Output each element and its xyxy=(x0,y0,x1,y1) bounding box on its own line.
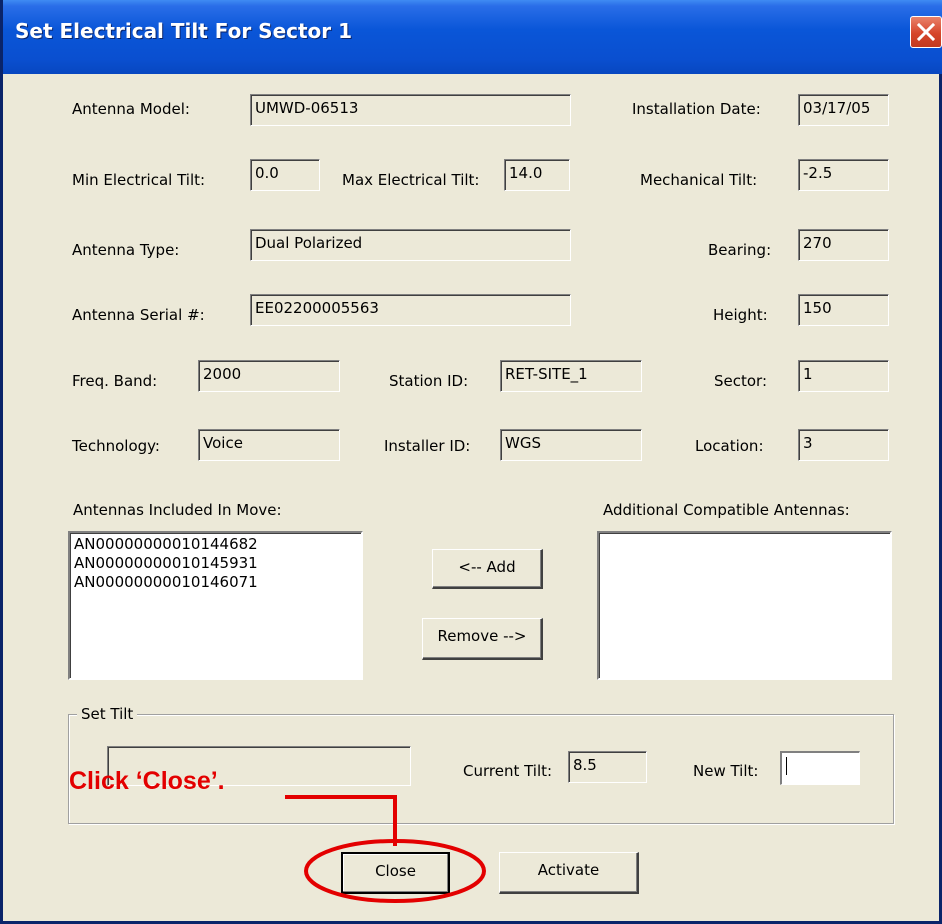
set-electrical-tilt-dialog: Set Electrical Tilt For Sector 1 Antenna… xyxy=(0,0,942,924)
callout-line xyxy=(285,795,397,846)
annotation-callout xyxy=(285,795,486,903)
callout-ellipse xyxy=(304,839,486,903)
